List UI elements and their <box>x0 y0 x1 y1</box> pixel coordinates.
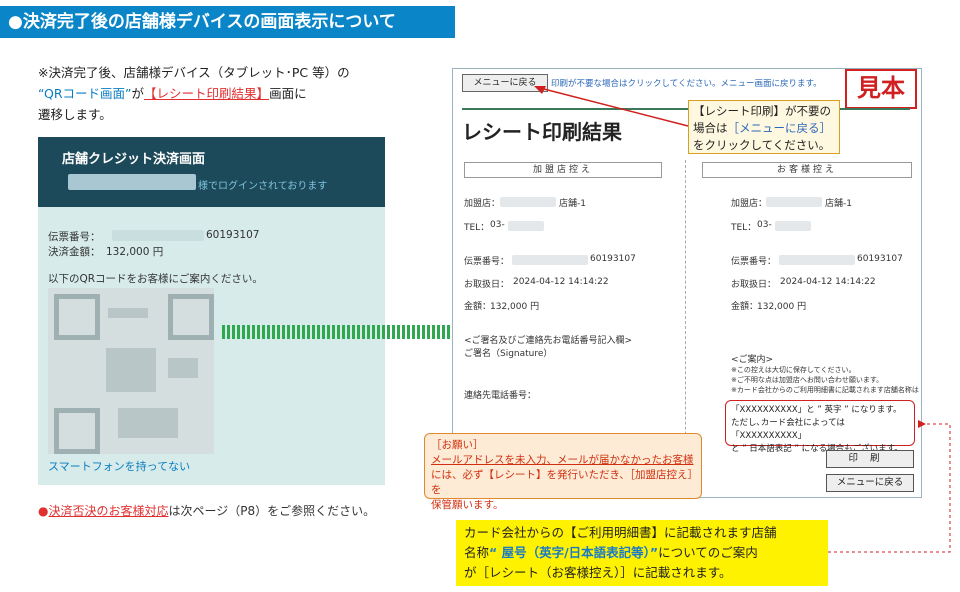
decline-note: ●決済否決のお客様対応は次ページ（P8）をご参照ください。 <box>38 502 375 519</box>
device-amount-value: 132,000 円 <box>106 246 164 258</box>
yellow-line-3: が［レシート（お客様控え）］に記載されます。 <box>464 565 732 580</box>
guide-line-3: ※カード会社からのご利用明細書に記載されます店舗名称は <box>731 386 919 394</box>
m-date-label: お取扱日： <box>464 280 510 290</box>
c-date-label: お取扱日： <box>731 280 777 290</box>
callout-line-3: をクリックしてください。 <box>693 138 831 152</box>
request-note: ［お願い］ メールアドレスを未入力、メールが届かなかったお客様 には、必ず【レシ… <box>424 433 702 511</box>
blurred-slip <box>112 230 204 241</box>
device-amount-label: 決済金額： <box>48 246 101 258</box>
m-date-value: 2024-04-12 14:14:22 <box>513 277 609 287</box>
callout-l2b: ［メニューに戻る］ <box>727 121 832 135</box>
guide-line-1: ※この控えは大切に保存してください。 <box>731 366 856 374</box>
m-shop-label: 加盟店： <box>464 199 501 209</box>
receipt-result-label: 【レシート印刷結果】 <box>144 86 270 101</box>
c-shop-label: 加盟店： <box>731 199 768 209</box>
name-line-1: 「XXXXXXXXXX」と ” 英字 ” になります。 <box>731 405 902 415</box>
c-tel-prefix: 03- <box>757 220 772 230</box>
request-line-2: には、必ず【レシート】を発行いただき、［加盟店控え］を <box>431 469 693 496</box>
c-shop-suffix: 店舗-1 <box>825 199 852 209</box>
intro-ga: が <box>131 86 145 101</box>
intro-screen: 画面に <box>269 86 307 101</box>
callout-arrow-icon <box>534 86 689 127</box>
c-slip-blur <box>779 255 855 265</box>
c-amount-value: 132,000 円 <box>757 302 807 312</box>
menu-callout: 【レシート印刷】が不要の 場合は［メニューに戻る］ をクリックしてください。 <box>688 100 840 154</box>
device-slip-tail: 60193107 <box>206 229 260 241</box>
c-tel-blur <box>775 221 811 231</box>
blurred-merchant-name <box>68 174 196 190</box>
m-tel-blur <box>508 221 544 231</box>
c-slip-tail: 60193107 <box>857 254 903 264</box>
merchant-copy-header: 加盟店控え <box>464 162 662 178</box>
decline-link[interactable]: 決済否決のお客様対応 <box>48 504 168 518</box>
transition-arrow <box>222 325 484 339</box>
intro-text: ※決済完了後、店舗様デバイス（タブレット･PC 等）の “QRコード画面”が【レ… <box>38 62 388 125</box>
phone-field-label: 連絡先電話番号： <box>464 391 537 401</box>
callout-l2a: 場合は <box>693 121 728 135</box>
m-tel-prefix: 03- <box>490 220 505 230</box>
yellow-line-2: 名称“ 屋号（英字/日本語表記等）”についてのご案内 <box>464 543 820 563</box>
store-name-explanation: カード会社からの【ご利用明細書】に記載されます店舗 名称“ 屋号（英字/日本語表… <box>456 520 828 586</box>
signature-field-label: <ご署名及びご連絡先お電話番号記入欄> <box>464 336 633 346</box>
guide-line-2: ※ご不明な点は加盟店へお問い合わせ願います。 <box>731 376 884 384</box>
m-slip-label: 伝票番号： <box>464 257 510 267</box>
signature-label: ご署名（Signature） <box>464 349 553 359</box>
red-bullet: ● <box>38 504 49 518</box>
qr-code-image <box>48 288 214 454</box>
section-header: ●決済完了後の店舗様デバイスの画面表示について <box>0 6 455 38</box>
sample-stamp: 見本 <box>845 69 917 109</box>
intro-line-2: “QRコード画面”が【レシート印刷結果】画面に <box>38 83 388 104</box>
no-smartphone-link[interactable]: スマートフォンを持ってない <box>48 458 190 474</box>
login-status: 様でログインされております <box>198 181 328 192</box>
intro-line-1: ※決済完了後、店舗様デバイス（タブレット･PC 等）の <box>38 65 350 80</box>
yellow-line-1: カード会社からの【ご利用明細書】に記載されます店舗 <box>464 525 777 540</box>
device-slip-label: 伝票番号： <box>48 231 101 243</box>
m-shop-blur <box>500 197 556 207</box>
m-amount-label: 金額： <box>464 302 492 312</box>
request-line-1: メールアドレスを未入力、メールが届かなかったお客様 <box>431 454 694 466</box>
c-slip-label: 伝票番号： <box>731 257 777 267</box>
guide-title: <ご案内> <box>731 355 774 365</box>
device-title: 店舗クレジット決済画面 <box>62 152 206 167</box>
c-tel-label: TEL： <box>731 223 757 233</box>
m-tel-label: TEL： <box>464 223 490 233</box>
m-slip-blur <box>512 255 588 265</box>
m-slip-tail: 60193107 <box>590 254 636 264</box>
qr-guide-text: 以下のQRコードをお客様にご案内ください。 <box>48 273 263 285</box>
decline-note-rest: は次ページ（P8）をご参照ください。 <box>168 504 376 518</box>
c-amount-label: 金額： <box>731 302 759 312</box>
yellow-l2c: についてのご案内 <box>658 545 758 560</box>
yellow-l2a: 名称 <box>464 545 490 560</box>
callout-line-2: 場合は［メニューに戻る］ <box>693 120 835 137</box>
c-shop-blur <box>766 197 822 207</box>
request-title: ［お願い］ <box>431 439 484 451</box>
yellow-l2b: “ 屋号（英字/日本語表記等）” <box>489 545 659 560</box>
m-amount-value: 132,000 円 <box>490 302 540 312</box>
callout-line-1: 【レシート印刷】が不要の <box>693 104 831 118</box>
dashed-connector-icon <box>828 420 951 553</box>
m-shop-suffix: 店舗-1 <box>559 199 586 209</box>
intro-line-3: 遷移します。 <box>38 107 112 122</box>
qr-screen-label: “QRコード画面” <box>38 86 132 101</box>
customer-copy-header: お客様控え <box>702 162 912 178</box>
c-date-value: 2024-04-12 14:14:22 <box>780 277 876 287</box>
request-line-3: 保管願います。 <box>431 499 504 511</box>
